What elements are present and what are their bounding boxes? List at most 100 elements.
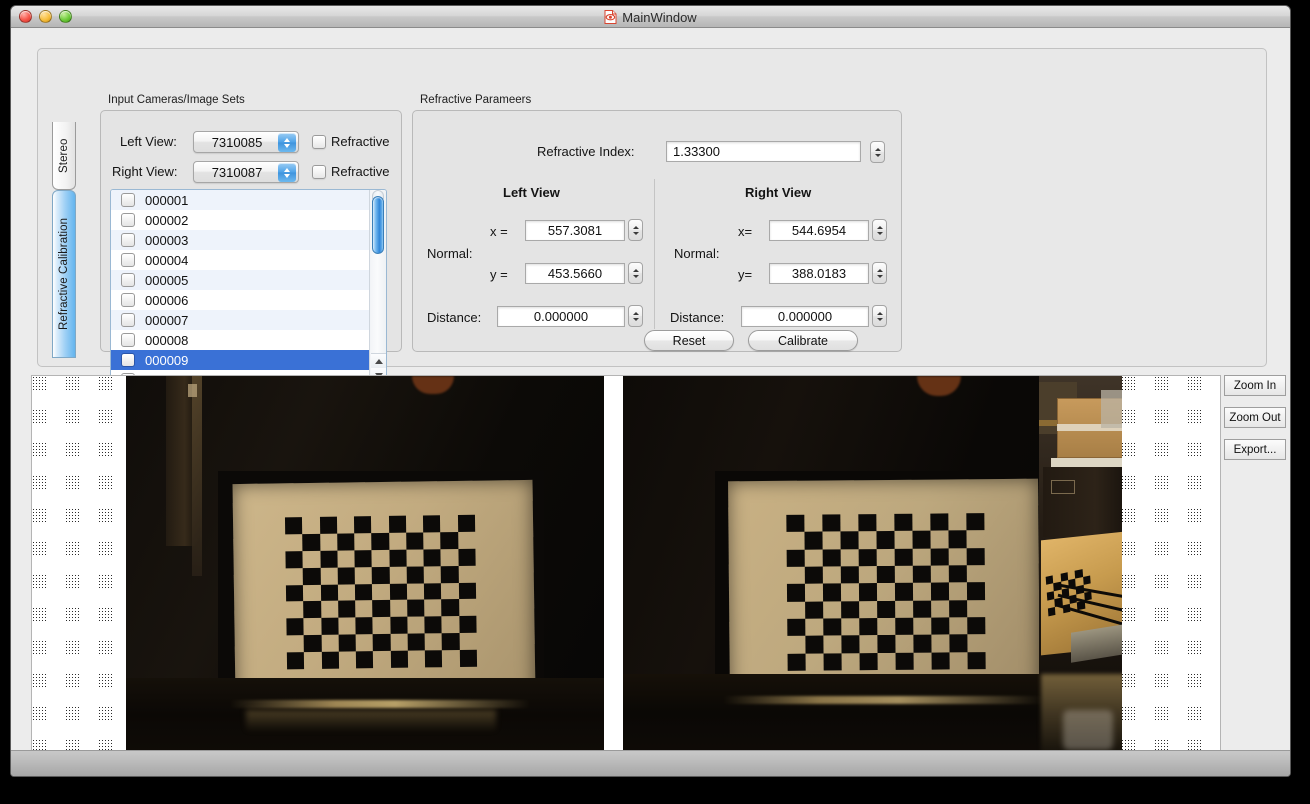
checker-square: [459, 616, 477, 633]
image-set-list-rows: 0000010000020000030000040000050000060000…: [111, 190, 369, 384]
left-scene: [126, 376, 604, 760]
left-normal-y-stepper[interactable]: [628, 262, 643, 284]
checker-square: [338, 601, 355, 618]
checker-square: [459, 599, 477, 616]
checker-square: [372, 550, 389, 567]
right-distance-stepper[interactable]: [872, 305, 887, 327]
left-view-combobox[interactable]: 7310085: [193, 131, 299, 153]
reset-button-label: Reset: [673, 334, 706, 348]
image-set-row[interactable]: 000009: [111, 350, 369, 370]
left-normal-x-label: x =: [490, 224, 508, 239]
refractive-index-input[interactable]: 1.33300: [666, 141, 861, 162]
image-set-row[interactable]: 000001: [111, 190, 369, 210]
checker-square: [372, 583, 389, 600]
image-set-row[interactable]: 000004: [111, 250, 369, 270]
image-set-row[interactable]: 000003: [111, 230, 369, 250]
tab-stereo-label: Stereo: [58, 138, 70, 172]
checker-square: [859, 566, 877, 583]
image-set-list-scrollbar[interactable]: [369, 190, 386, 384]
checker-square: [356, 651, 374, 668]
image-set-checkbox[interactable]: [121, 233, 135, 247]
right-normal-y-label: y=: [738, 267, 752, 282]
image-set-checkbox[interactable]: [121, 353, 135, 367]
vertical-tab-bar: Stereo Refractive Calibration: [52, 122, 76, 358]
image-set-label: 000004: [145, 253, 188, 268]
checker-square: [859, 601, 877, 619]
reset-button[interactable]: Reset: [644, 330, 734, 351]
checker-square: [967, 565, 985, 582]
checker-square: [373, 634, 390, 651]
left-normal-x-input[interactable]: 557.3081: [525, 220, 625, 241]
tab-refractive-calibration[interactable]: Refractive Calibration: [52, 190, 76, 358]
image-set-row[interactable]: 000005: [111, 270, 369, 290]
image-set-checkbox[interactable]: [121, 293, 135, 307]
image-viewer[interactable]: [31, 375, 1221, 761]
right-refractive-checkbox[interactable]: [312, 165, 326, 179]
checker-square: [805, 549, 823, 567]
checker-square: [302, 534, 319, 551]
left-normal-x-stepper[interactable]: [628, 219, 643, 241]
checker-square: [425, 650, 443, 667]
image-set-row[interactable]: 000002: [111, 210, 369, 230]
checker-square: [460, 650, 478, 667]
left-distance-input[interactable]: 0.000000: [497, 306, 625, 327]
checker-square: [337, 567, 354, 584]
checker-square: [878, 653, 896, 671]
image-set-checkbox[interactable]: [121, 313, 135, 327]
checker-square: [338, 584, 355, 601]
zoom-in-button[interactable]: Zoom In: [1224, 375, 1286, 396]
left-refractive-checkbox[interactable]: [312, 135, 326, 149]
left-normal-y-input[interactable]: 453.5660: [525, 263, 625, 284]
checker-square: [930, 513, 948, 530]
checker-square: [303, 568, 320, 585]
image-set-checkbox[interactable]: [121, 253, 135, 267]
image-set-row[interactable]: 000007: [111, 310, 369, 330]
right-normal-y-input[interactable]: 388.0183: [769, 263, 869, 284]
checker-square: [303, 584, 320, 601]
tab-stereo[interactable]: Stereo: [52, 122, 76, 190]
checker-square: [805, 567, 823, 584]
qt-document-icon: [604, 10, 617, 24]
right-normal-x-input[interactable]: 544.6954: [769, 220, 869, 241]
checker-square: [424, 600, 442, 617]
checker-square: [442, 599, 459, 616]
image-set-checkbox[interactable]: [121, 333, 135, 347]
refractive-index-value: 1.33300: [673, 144, 720, 159]
right-view-stepper[interactable]: [278, 163, 296, 182]
image-set-checkbox[interactable]: [121, 193, 135, 207]
checker-square: [356, 634, 374, 651]
refractive-index-stepper[interactable]: [870, 141, 885, 163]
calibrate-button[interactable]: Calibrate: [748, 330, 858, 351]
checker-square: [459, 582, 477, 599]
checker-square: [823, 549, 841, 567]
settings-panel: Stereo Refractive Calibration Input Came…: [37, 48, 1267, 367]
checker-square: [787, 601, 805, 619]
image-set-row[interactable]: 000006: [111, 290, 369, 310]
checker-square: [914, 652, 932, 670]
right-normal-y-stepper[interactable]: [872, 262, 887, 284]
right-normal-x-stepper[interactable]: [872, 219, 887, 241]
chevron-up-icon: [284, 138, 290, 142]
checker-square: [895, 618, 913, 635]
left-view-stepper[interactable]: [278, 133, 296, 152]
calibrate-button-label: Calibrate: [778, 334, 828, 348]
right-distance-input[interactable]: 0.000000: [741, 306, 869, 327]
scrollbar-thumb[interactable]: [372, 196, 384, 254]
right-view-combobox[interactable]: 7310087: [193, 161, 299, 183]
checker-square: [877, 635, 895, 652]
left-distance-stepper[interactable]: [628, 305, 643, 327]
image-set-checkbox[interactable]: [121, 213, 135, 227]
image-set-list[interactable]: 0000010000020000030000040000050000060000…: [110, 189, 387, 385]
scrollbar-up-arrow[interactable]: [371, 353, 386, 368]
checker-square: [458, 565, 476, 582]
image-set-row[interactable]: 000008: [111, 330, 369, 350]
zoom-out-button[interactable]: Zoom Out: [1224, 407, 1286, 428]
checker-square: [304, 618, 321, 635]
checker-square: [895, 600, 913, 618]
checker-square: [424, 549, 442, 566]
image-set-checkbox[interactable]: [121, 273, 135, 287]
export-button[interactable]: Export...: [1224, 439, 1286, 460]
checker-square: [407, 566, 424, 583]
checker-square: [442, 616, 459, 633]
checker-square: [423, 515, 441, 532]
